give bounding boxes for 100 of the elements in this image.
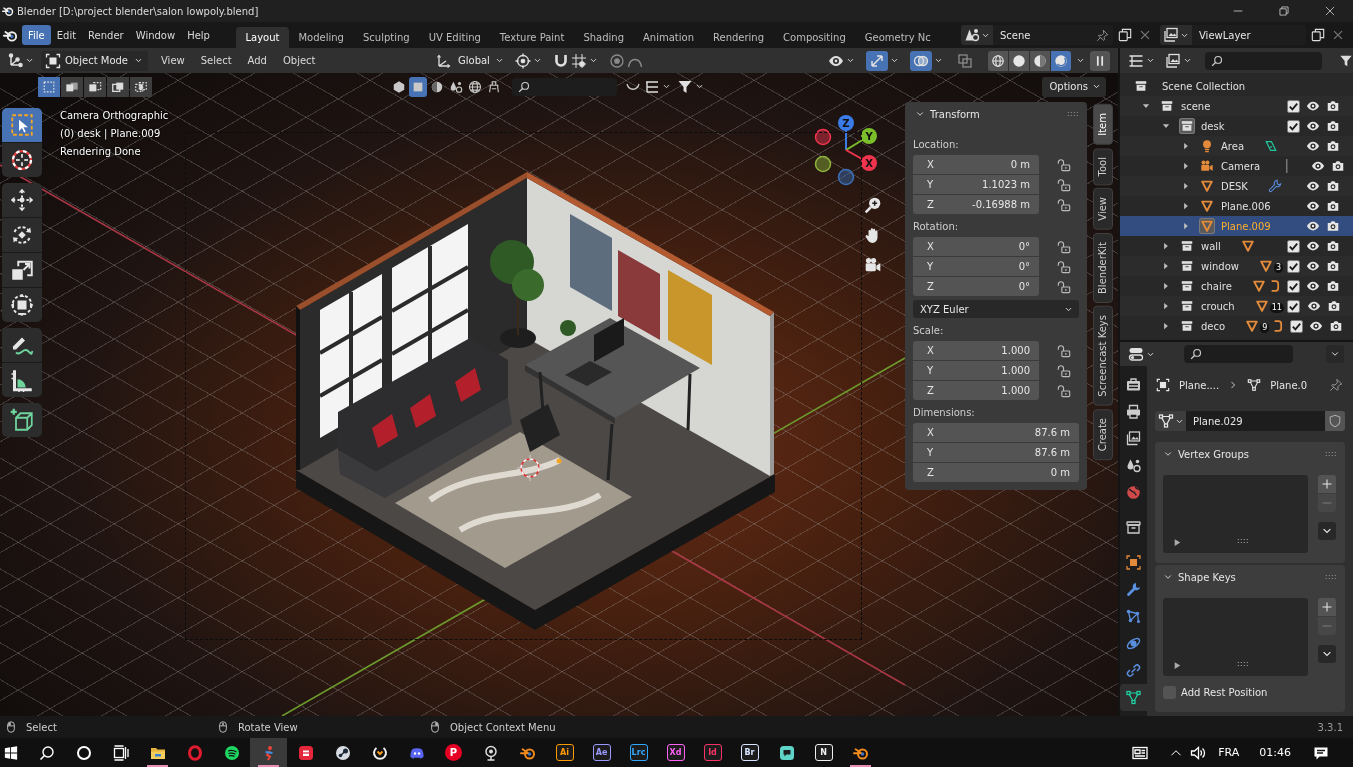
- eye-icon[interactable]: [1306, 299, 1321, 313]
- move-arrows-icon[interactable]: [2, 183, 42, 217]
- ring-icon[interactable]: [75, 744, 92, 761]
- taskbar-button[interactable]: Xd: [657, 738, 694, 767]
- four-panes-icon[interactable]: [4, 745, 18, 760]
- eye-icon[interactable]: [1306, 279, 1320, 293]
- cutout-squares-icon[interactable]: [84, 76, 106, 97]
- workspace-tab[interactable]: Compositing: [773, 27, 856, 48]
- eye-icon[interactable]: [1306, 199, 1320, 213]
- menu-item[interactable]: Add: [239, 50, 275, 71]
- open-lock-icon[interactable]: [1057, 259, 1071, 274]
- eye-icon[interactable]: [1306, 139, 1320, 153]
- duplicate-icon[interactable]: [1118, 28, 1132, 42]
- ruler-icon[interactable]: [2, 363, 42, 397]
- sidebar-tab[interactable]: BlenderKit: [1093, 232, 1113, 303]
- checkbox[interactable]: [1286, 119, 1300, 133]
- inverted-squares-icon[interactable]: [107, 76, 129, 97]
- taskbar-button[interactable]: Ae: [583, 738, 620, 767]
- axis-handle[interactable]: Y: [845, 128, 877, 151]
- sidebar-tab[interactable]: Tool: [1093, 147, 1113, 186]
- search-field[interactable]: [1184, 345, 1293, 363]
- camera-icon[interactable]: [1326, 279, 1340, 293]
- taskbar-button[interactable]: P: [435, 738, 472, 767]
- close-icon[interactable]: [1138, 28, 1152, 42]
- camera-icon[interactable]: [1326, 299, 1341, 313]
- number-field[interactable]: Z 0°: [913, 277, 1039, 296]
- pause-icon[interactable]: [1090, 50, 1110, 71]
- add-cube-icon[interactable]: [2, 403, 42, 437]
- play-triangle-icon[interactable]: [1173, 538, 1182, 547]
- eye-icon[interactable]: [1306, 259, 1321, 273]
- number-field[interactable]: Z 0 m: [913, 463, 1079, 482]
- axis-handle[interactable]: [837, 168, 855, 186]
- menu-item[interactable]: View: [153, 50, 193, 71]
- chevron-icon[interactable]: [915, 109, 925, 119]
- workspace-tab[interactable]: Geometry Nc: [855, 27, 941, 48]
- workspace-tab[interactable]: Layout: [235, 27, 289, 48]
- data-type-dropdown[interactable]: [1155, 411, 1186, 431]
- camera-icon[interactable]: [1326, 99, 1340, 113]
- workspace-tab[interactable]: Sculpting: [353, 27, 420, 48]
- checkbox[interactable]: [1286, 239, 1300, 253]
- axis-handle[interactable]: Z: [838, 115, 854, 151]
- camera-icon[interactable]: [1326, 239, 1340, 253]
- view-layer-selector-button[interactable]: [1160, 25, 1192, 45]
- checkbox[interactable]: [1289, 319, 1303, 333]
- camera-icon[interactable]: [1326, 219, 1340, 233]
- scene-field[interactable]: Scene: [993, 25, 1113, 45]
- merged-squares-icon[interactable]: [61, 76, 83, 97]
- number-field[interactable]: Y 0°: [913, 257, 1039, 276]
- number-field[interactable]: Y 1.000: [913, 361, 1039, 380]
- number-field[interactable]: X 87.6 m: [913, 423, 1079, 442]
- camera-icon[interactable]: [1326, 139, 1340, 153]
- outliner-row[interactable]: crouch 11: [1120, 296, 1353, 316]
- eye-icon[interactable]: [1306, 219, 1320, 233]
- number-field[interactable]: X 1.000: [913, 341, 1039, 360]
- workspace-tab[interactable]: Texture Paint: [490, 27, 574, 48]
- eye-icon[interactable]: [1309, 319, 1324, 333]
- camera-icon[interactable]: [1326, 259, 1341, 273]
- sidebar-tab[interactable]: Create: [1093, 408, 1113, 460]
- menu-item[interactable]: Render: [82, 25, 130, 45]
- scale-icon[interactable]: [2, 253, 42, 287]
- speaker-icon[interactable]: [1190, 744, 1207, 761]
- language-indicator[interactable]: FRA: [1218, 746, 1240, 759]
- duplicate-icon[interactable]: [1311, 28, 1325, 42]
- outliner-row[interactable]: Area: [1120, 136, 1353, 156]
- square-icon[interactable]: [409, 76, 427, 97]
- open-lock-icon[interactable]: [1057, 197, 1071, 212]
- number-field[interactable]: X 0 m: [913, 155, 1039, 174]
- taskbar-button[interactable]: N: [805, 738, 842, 767]
- chevron-icon[interactable]: [1318, 645, 1336, 663]
- workspace-tab[interactable]: UV Editing: [419, 27, 491, 48]
- open-lock-icon[interactable]: [1057, 239, 1071, 254]
- workspace-tab[interactable]: Animation: [633, 27, 704, 48]
- outliner-row[interactable]: DESK: [1120, 176, 1353, 196]
- rotate-icon[interactable]: [2, 218, 42, 252]
- panel-title[interactable]: Vertex Groups: [1178, 448, 1249, 460]
- task-view-icon[interactable]: [112, 744, 129, 761]
- chevron-icon[interactable]: [1163, 572, 1173, 582]
- plus-icon[interactable]: [1318, 598, 1336, 616]
- shield-icon[interactable]: [1325, 411, 1345, 431]
- scene-selector-button[interactable]: [961, 25, 993, 45]
- rotation-mode-dropdown[interactable]: XYZ Euler: [913, 300, 1079, 318]
- eye-icon[interactable]: [1306, 239, 1320, 253]
- open-lock-icon[interactable]: [1057, 343, 1071, 358]
- camera-icon[interactable]: [1326, 199, 1340, 213]
- play-triangle-icon[interactable]: [1173, 661, 1182, 670]
- eye-icon[interactable]: [1306, 119, 1320, 133]
- chevron-icon[interactable]: [1163, 449, 1173, 459]
- close-icon[interactable]: [1331, 28, 1345, 42]
- open-lock-icon[interactable]: [1057, 157, 1071, 172]
- menu-item[interactable]: Help: [181, 25, 216, 45]
- camera-icon[interactable]: [1326, 119, 1340, 133]
- workspace-tab[interactable]: Shading: [573, 27, 634, 48]
- chevron-icon[interactable]: [1318, 522, 1336, 540]
- clock[interactable]: 01:46: [1259, 746, 1291, 759]
- options-dropdown[interactable]: Options: [1042, 76, 1106, 97]
- data-name-field[interactable]: Plane.029: [1186, 411, 1325, 431]
- taskbar-button[interactable]: Lrc: [620, 738, 657, 767]
- menu-item[interactable]: Object: [274, 50, 324, 71]
- camera-icon[interactable]: [1326, 179, 1340, 193]
- eye-icon[interactable]: [1306, 179, 1320, 193]
